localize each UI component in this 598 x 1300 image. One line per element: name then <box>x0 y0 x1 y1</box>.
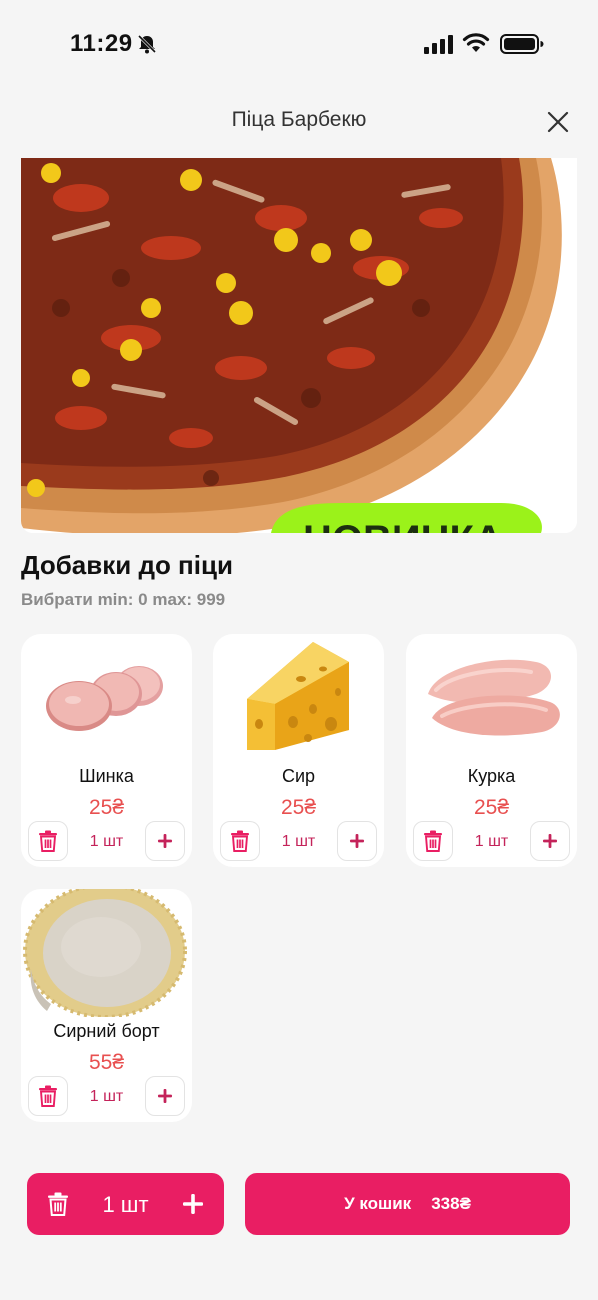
signal-icon <box>424 35 453 54</box>
addon-name: Сирний борт <box>53 1021 160 1041</box>
battery-icon <box>500 34 544 54</box>
cart-label: У кошик <box>344 1194 412 1213</box>
addon-card-ham: Шинка 25₴ 1 шт <box>21 634 192 867</box>
addon-name: Курка <box>467 766 516 786</box>
status-time: 11:29 <box>70 30 133 57</box>
remove-button[interactable] <box>28 1076 68 1116</box>
addons-title: Добавки до піци <box>21 550 233 580</box>
plus-icon[interactable] <box>182 1193 204 1215</box>
new-badge-text: НОВИНКА <box>303 518 503 533</box>
addon-qty: 1 шт <box>89 833 124 850</box>
trash-icon[interactable] <box>47 1192 69 1216</box>
page-title: Піца Барбекю <box>231 108 367 131</box>
cheese-image <box>247 642 349 750</box>
plus-icon <box>158 834 172 848</box>
trash-icon <box>39 1085 57 1107</box>
remove-button[interactable] <box>413 821 453 861</box>
add-button[interactable] <box>145 1076 185 1116</box>
cart-total: 338₴ <box>431 1194 471 1213</box>
trash-icon <box>39 830 57 852</box>
addon-price: 25₴ <box>473 796 510 819</box>
plus-icon <box>543 834 557 848</box>
add-button[interactable] <box>337 821 377 861</box>
chicken-image <box>428 659 560 736</box>
add-to-cart-button[interactable]: У кошик 338₴ <box>245 1173 570 1235</box>
product-qty: 1 шт <box>102 1192 149 1217</box>
remove-button[interactable] <box>220 821 260 861</box>
addons-subtitle: Вибрати min: 0 max: 999 <box>21 590 226 609</box>
addon-card-cheese-crust: Сирний борт 55₴ 1 шт <box>21 889 192 1122</box>
addon-name: Сир <box>281 766 316 786</box>
pizza-image: НОВИНКА <box>21 158 577 533</box>
addon-price: 25₴ <box>88 796 125 819</box>
ham-image <box>46 666 163 731</box>
addon-qty: 1 шт <box>474 833 509 850</box>
trash-icon <box>231 830 249 852</box>
close-icon[interactable] <box>542 106 574 138</box>
wifi-icon <box>462 33 490 52</box>
add-button[interactable] <box>145 821 185 861</box>
plus-icon <box>350 834 364 848</box>
addon-qty: 1 шт <box>281 833 316 850</box>
plus-icon <box>158 1089 172 1103</box>
add-button[interactable] <box>530 821 570 861</box>
bell-muted-icon <box>137 34 157 54</box>
remove-button[interactable] <box>28 821 68 861</box>
addon-card-cheese: Сир 25₴ 1 шт <box>213 634 384 867</box>
addon-price: 25₴ <box>280 796 317 819</box>
status-bar: 11:29 <box>0 0 598 90</box>
cheese-crust-image <box>23 889 187 1017</box>
addon-card-chicken: Курка 25₴ 1 шт <box>406 634 577 867</box>
addon-name: Шинка <box>79 766 134 786</box>
addon-price: 55₴ <box>88 1051 125 1074</box>
quantity-stepper: 1 шт <box>27 1173 224 1235</box>
trash-icon <box>424 830 442 852</box>
addon-qty: 1 шт <box>89 1088 124 1105</box>
